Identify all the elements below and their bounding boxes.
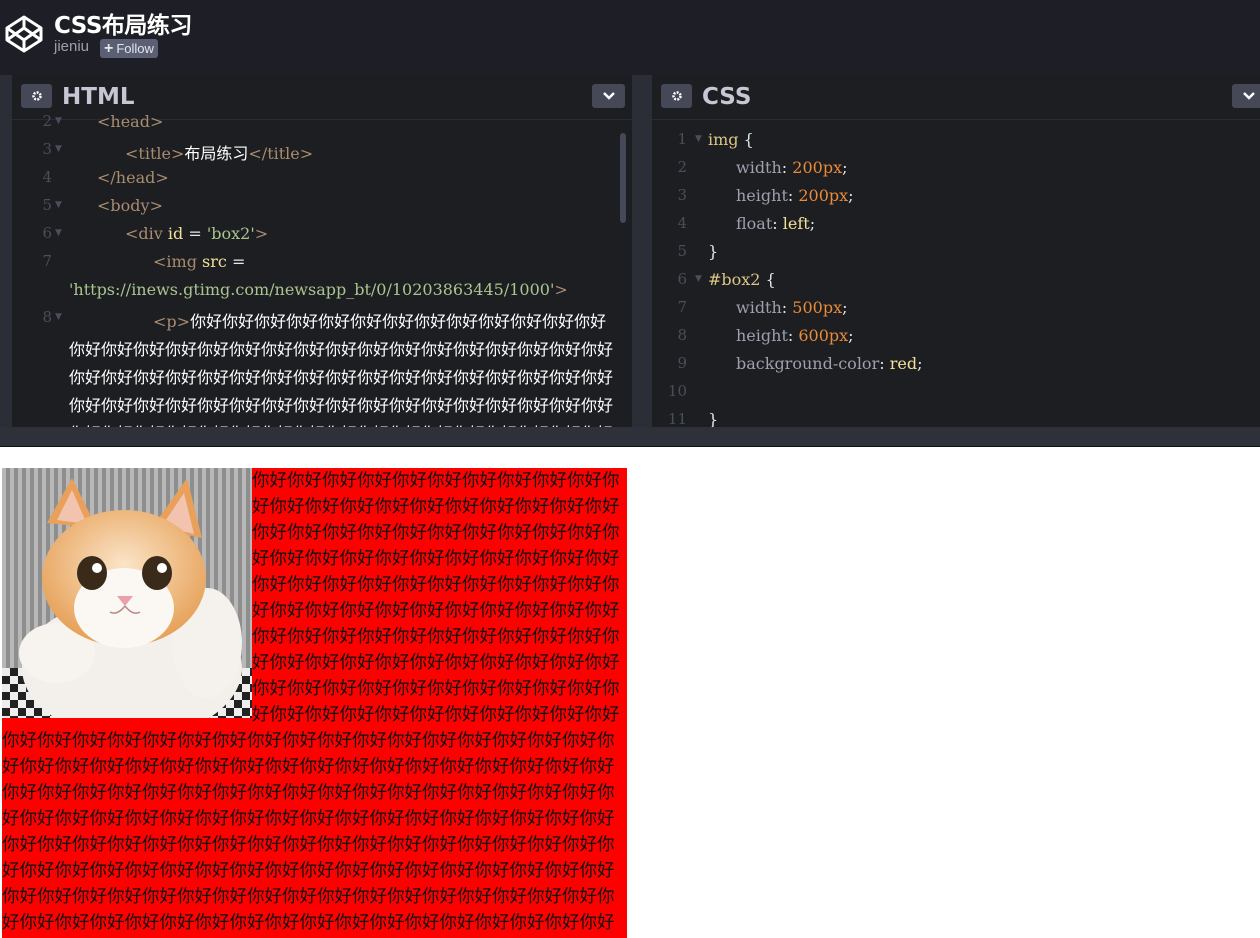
line-number: 11 bbox=[667, 410, 687, 427]
code-line-paragraph: <p>你好你好你好你好你好你好你好你好你好你好你好你好你好你好你好你好你好你好你… bbox=[69, 308, 614, 427]
html-settings-button[interactable] bbox=[21, 84, 52, 108]
css-editor-pane: CSS 1 ▼ img { 2 width: 200px; 3 height: … bbox=[652, 75, 1260, 427]
code-line: </head> bbox=[97, 168, 169, 187]
css-pane-title: CSS bbox=[702, 84, 752, 110]
code-line: width: 500px; bbox=[736, 298, 848, 317]
line-number: 3 bbox=[677, 186, 687, 204]
code-line: <img src = bbox=[153, 252, 246, 271]
html-editor-pane: HTML 2 ▼ <head> 3 ▼ <title>布局练习</title> … bbox=[12, 75, 632, 427]
fold-arrow-icon[interactable]: ▼ bbox=[695, 134, 702, 144]
follow-button[interactable]: + Follow bbox=[100, 39, 158, 58]
line-number: 7 bbox=[42, 252, 52, 270]
code-line: img { bbox=[708, 130, 754, 149]
chevron-down-icon bbox=[602, 92, 615, 100]
line-number: 8 bbox=[42, 308, 52, 326]
fold-arrow-icon[interactable]: ▼ bbox=[55, 228, 62, 238]
box2-container: 你好你好你好你好你好你好你好你好你好你好你好你好你好你好你好你好你好你好你好你好… bbox=[2, 468, 627, 938]
fold-arrow-icon[interactable]: ▼ bbox=[55, 200, 62, 210]
fold-arrow-icon[interactable]: ▼ bbox=[695, 274, 702, 284]
line-number: 5 bbox=[677, 242, 687, 260]
code-line: background-color: red; bbox=[736, 354, 923, 373]
line-number: 3 bbox=[42, 140, 52, 158]
kitten-picture bbox=[2, 468, 252, 718]
code-line: <title>布局练习</title> bbox=[125, 144, 314, 163]
line-number: 6 bbox=[42, 224, 52, 242]
line-number: 7 bbox=[677, 298, 687, 316]
code-line: <div id = 'box2'> bbox=[125, 224, 269, 243]
css-pane-menu-button[interactable] bbox=[1232, 84, 1260, 108]
resize-divider[interactable] bbox=[0, 427, 1260, 447]
line-number: 5 bbox=[42, 196, 52, 214]
codepen-window: CSS布局练习 jieniu + Follow HTML 2 ▼ <head> bbox=[0, 0, 1260, 938]
code-line-wrap: 'https://inews.gtimg.com/newsapp_bt/0/10… bbox=[69, 280, 568, 299]
result-preview: 你好你好你好你好你好你好你好你好你好你好你好你好你好你好你好你好你好你好你好你好… bbox=[0, 448, 1260, 938]
line-number: 2 bbox=[677, 158, 687, 176]
gear-icon bbox=[671, 91, 682, 101]
css-pane-header: CSS bbox=[652, 75, 1260, 120]
html-scrollbar[interactable] bbox=[620, 133, 626, 223]
codepen-logo-icon[interactable] bbox=[4, 14, 44, 54]
code-line: } bbox=[708, 410, 719, 427]
code-line: float: left; bbox=[736, 214, 816, 233]
code-line: <head> bbox=[97, 112, 164, 131]
follow-label: Follow bbox=[116, 41, 154, 56]
line-number: 10 bbox=[667, 382, 687, 400]
author-name[interactable]: jieniu bbox=[54, 38, 89, 55]
line-number: 9 bbox=[677, 354, 687, 372]
line-number: 1 bbox=[677, 130, 687, 148]
code-line: <body> bbox=[97, 196, 163, 215]
html-pane-menu-button[interactable] bbox=[592, 84, 625, 108]
fold-arrow-icon[interactable]: ▼ bbox=[55, 144, 62, 154]
kitten-image bbox=[2, 468, 252, 718]
line-number: 2 bbox=[42, 112, 52, 130]
code-line: } bbox=[708, 242, 719, 261]
header-bar: CSS布局练习 jieniu + Follow bbox=[0, 0, 1260, 75]
gear-icon bbox=[31, 91, 42, 101]
code-line: height: 600px; bbox=[736, 326, 854, 345]
html-pane-title: HTML bbox=[62, 84, 135, 110]
code-line: #box2 { bbox=[708, 270, 776, 289]
code-line: width: 200px; bbox=[736, 158, 848, 177]
code-paragraph-text: 你好你好你好你好你好你好你好你好你好你好你好你好你好你好你好你好你好你好你好你好… bbox=[69, 312, 614, 427]
line-number: 8 bbox=[677, 326, 687, 344]
fold-arrow-icon[interactable]: ▼ bbox=[55, 312, 62, 322]
css-settings-button[interactable] bbox=[661, 84, 692, 108]
pen-title: CSS布局练习 bbox=[54, 13, 192, 39]
code-line: height: 200px; bbox=[736, 186, 854, 205]
fold-arrow-icon[interactable]: ▼ bbox=[55, 116, 62, 126]
chevron-down-icon bbox=[1242, 92, 1255, 100]
line-number: 4 bbox=[42, 168, 52, 186]
plus-icon: + bbox=[104, 39, 114, 57]
line-number: 6 bbox=[677, 270, 687, 288]
line-number: 4 bbox=[677, 214, 687, 232]
editor-area: HTML 2 ▼ <head> 3 ▼ <title>布局练习</title> … bbox=[0, 75, 1260, 427]
